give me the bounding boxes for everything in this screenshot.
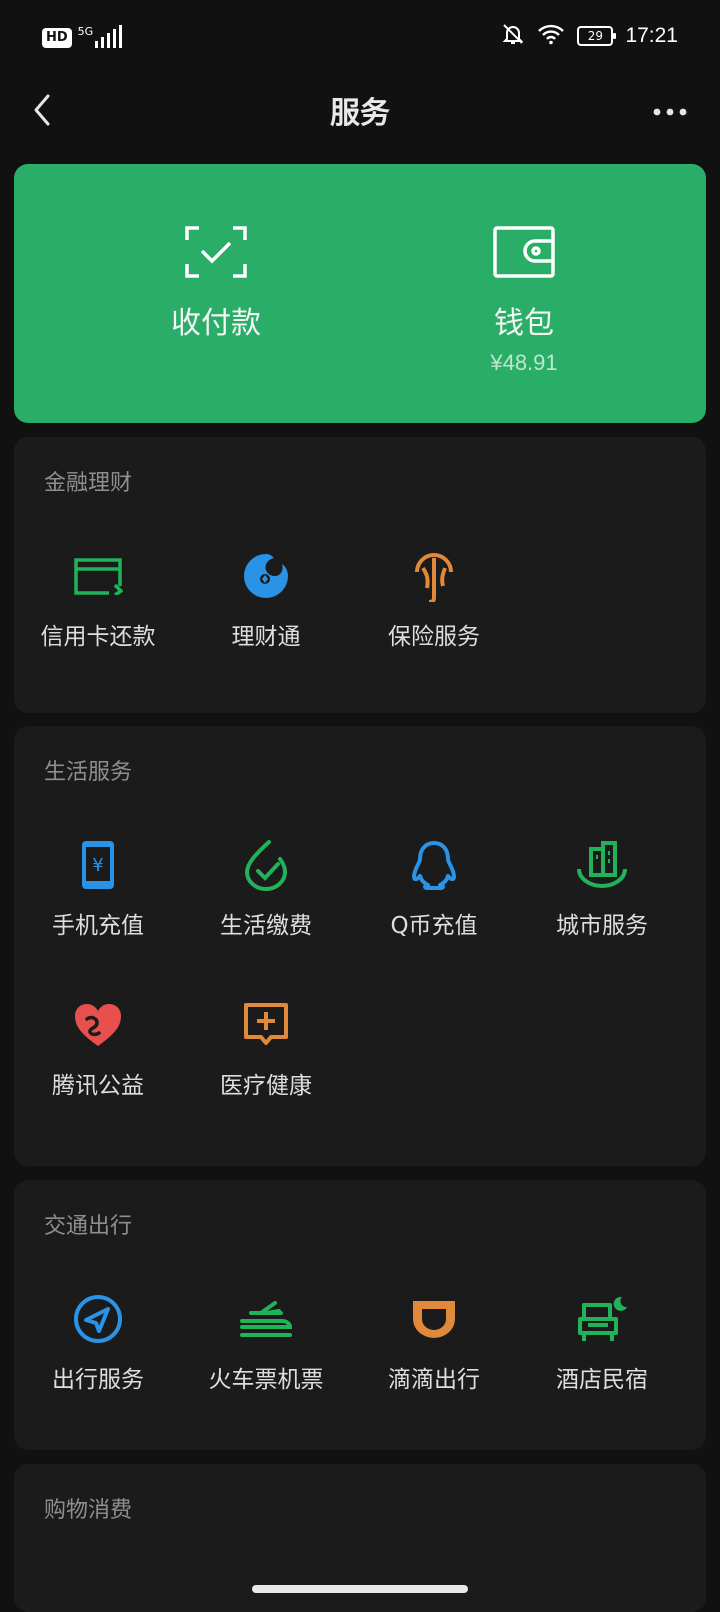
city-service-icon xyxy=(577,841,627,888)
item-label: 信用卡还款 xyxy=(40,624,156,650)
nav-bar: 服务 xyxy=(0,76,720,160)
train-plane-item[interactable]: 火车票机票 xyxy=(182,1292,350,1394)
phone-recharge-icon: ¥ xyxy=(82,841,114,889)
insurance-item[interactable]: 保险服务 xyxy=(350,549,518,651)
more-button[interactable] xyxy=(650,92,690,132)
item-label: 手机充值 xyxy=(52,913,144,939)
mute-bell-icon xyxy=(501,22,525,50)
page-title: 服务 xyxy=(330,96,390,131)
qq-coin-icon xyxy=(412,841,456,890)
utility-payment-icon xyxy=(244,840,288,891)
more-dots-icon xyxy=(653,108,687,116)
home-indicator[interactable] xyxy=(252,1585,468,1593)
section-title: 购物消费 xyxy=(44,1498,133,1523)
item-label: 腾讯公益 xyxy=(52,1073,144,1099)
insurance-icon xyxy=(415,553,453,602)
phone-recharge-item[interactable]: ¥ 手机充值 xyxy=(14,838,182,940)
pay-receive-button[interactable]: 收付款 xyxy=(96,226,336,342)
item-label: Q币充值 xyxy=(390,913,478,939)
signal-icon xyxy=(95,24,123,48)
utility-payment-item[interactable]: 生活缴费 xyxy=(182,838,350,940)
wifi-icon xyxy=(537,23,565,49)
wallet-icon xyxy=(493,226,555,278)
wallet-label: 钱包 xyxy=(494,306,554,341)
payment-wallet-card: 收付款 钱包 ¥48.91 xyxy=(14,164,706,423)
item-label: 火车票机票 xyxy=(208,1367,324,1393)
item-label: 医疗健康 xyxy=(220,1073,312,1099)
status-bar: HD 5G 29 17:21 xyxy=(0,0,720,76)
hotel-item[interactable]: 酒店民宿 xyxy=(518,1292,686,1394)
train-plane-icon xyxy=(240,1301,293,1337)
medical-item[interactable]: 医疗健康 xyxy=(182,998,350,1100)
wallet-balance: ¥48.91 xyxy=(490,350,558,375)
item-label: 酒店民宿 xyxy=(556,1367,648,1393)
licaitong-item[interactable]: 理财通 xyxy=(182,549,350,651)
section-title: 交通出行 xyxy=(44,1214,133,1239)
item-label: 保险服务 xyxy=(388,624,480,650)
licaitong-icon xyxy=(244,554,288,598)
item-label: 城市服务 xyxy=(556,913,648,939)
section-title: 金融理财 xyxy=(44,471,133,496)
travel-section: 交通出行 出行服务 火车票机票 滴滴出行 酒店民宿 xyxy=(14,1180,706,1450)
finance-section: 金融理财 信用卡还款 理财通 保险服务 xyxy=(14,437,706,713)
hd-badge: HD xyxy=(42,28,72,48)
charity-heart-icon xyxy=(75,1004,121,1046)
travel-service-item[interactable]: 出行服务 xyxy=(14,1292,182,1394)
item-label: 生活缴费 xyxy=(220,913,312,939)
medical-icon xyxy=(244,1003,288,1045)
pay-receive-label: 收付款 xyxy=(171,306,261,341)
wallet-button[interactable]: 钱包 ¥48.91 xyxy=(404,226,644,376)
city-service-item[interactable]: 城市服务 xyxy=(518,838,686,940)
network-type: 5G xyxy=(77,25,94,38)
section-title: 生活服务 xyxy=(44,760,133,785)
item-label: 滴滴出行 xyxy=(388,1367,480,1393)
navigation-icon xyxy=(74,1295,122,1343)
charity-item[interactable]: 腾讯公益 xyxy=(14,998,182,1100)
clock: 17:21 xyxy=(625,24,678,47)
item-label: 理财通 xyxy=(231,624,301,650)
battery-indicator: 29 xyxy=(577,26,617,46)
life-services-section: 生活服务 ¥ 手机充值 生活缴费 Q币充值 城市服务 腾讯公益 医疗健康 xyxy=(14,726,706,1166)
didi-icon xyxy=(413,1301,455,1338)
credit-card-repay-item[interactable]: 信用卡还款 xyxy=(14,549,182,651)
credit-card-icon xyxy=(74,558,123,595)
didi-item[interactable]: 滴滴出行 xyxy=(350,1292,518,1394)
qq-coin-item[interactable]: Q币充值 xyxy=(350,838,518,940)
svg-text:¥: ¥ xyxy=(92,855,103,876)
item-label: 出行服务 xyxy=(52,1367,144,1393)
scan-pay-icon xyxy=(185,226,247,278)
hotel-bed-icon xyxy=(578,1296,627,1341)
